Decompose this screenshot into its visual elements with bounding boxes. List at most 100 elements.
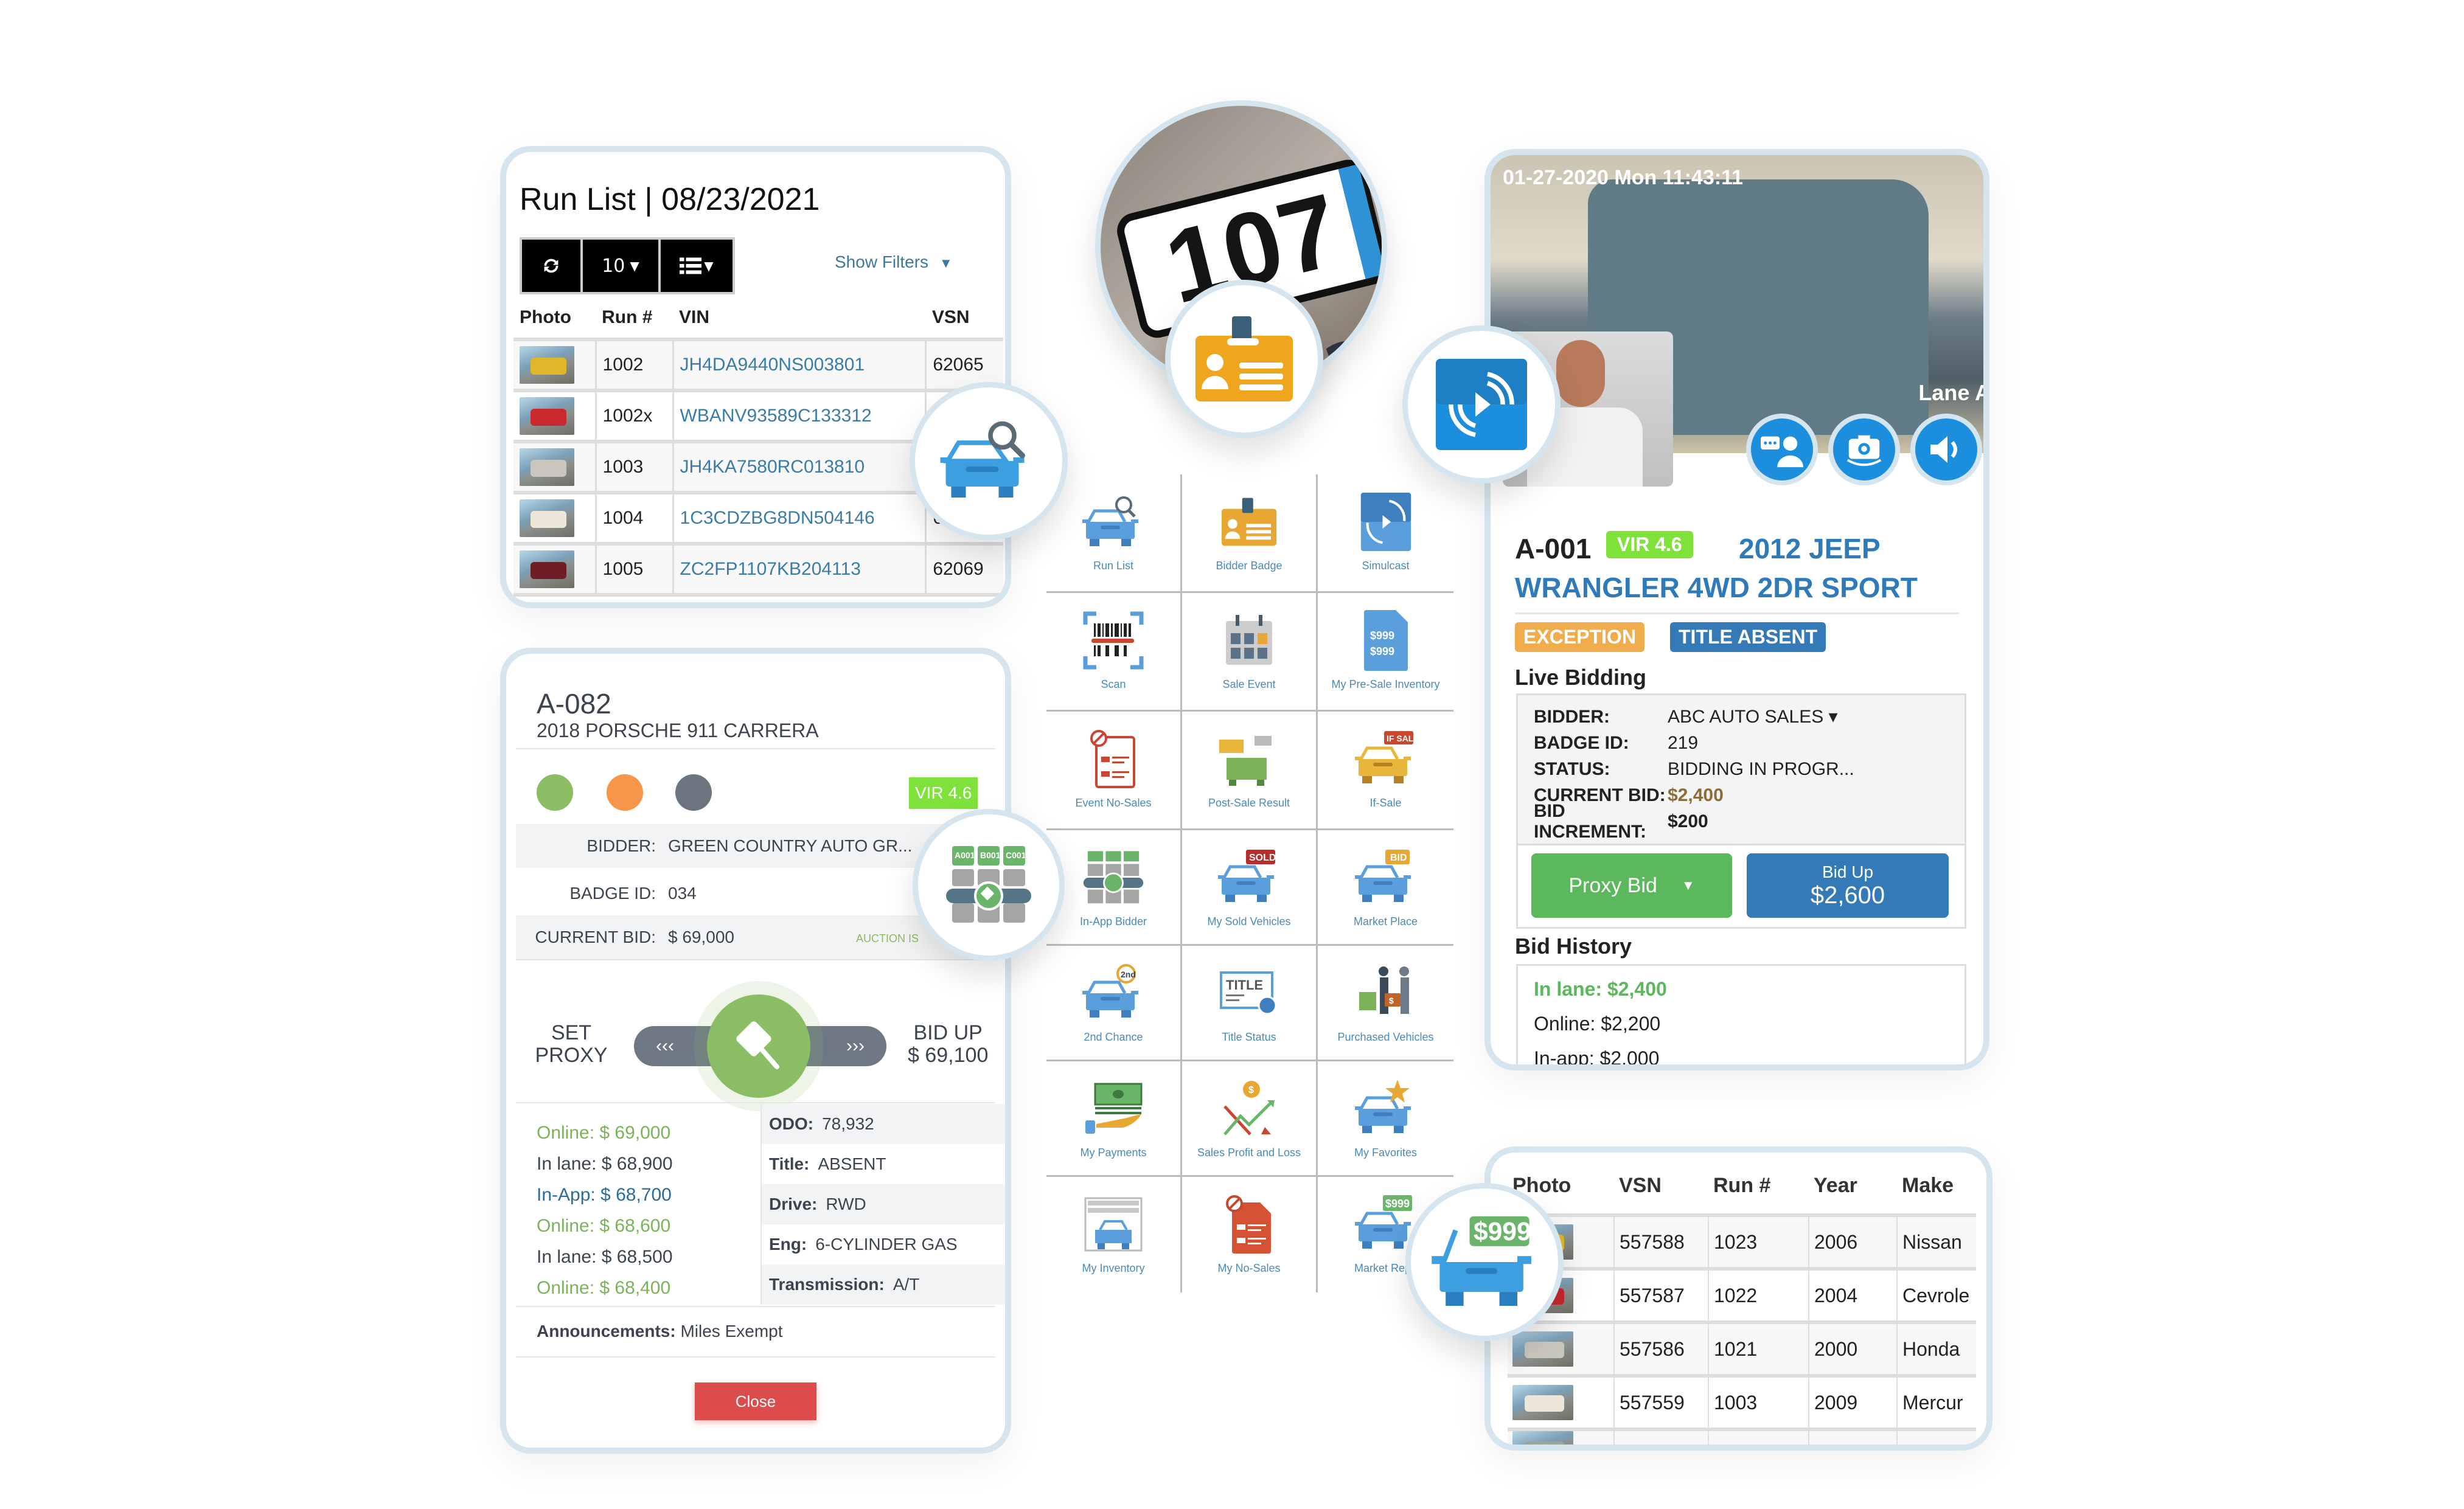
view-mode-dropdown[interactable]: ▼ (661, 240, 733, 292)
feature-tile-in-app-bidder[interactable]: In-App Bidder (1046, 830, 1182, 946)
barcode-scan-icon (1080, 610, 1147, 671)
vehicle-thumbnail[interactable] (520, 397, 574, 435)
year-cell (1808, 1429, 1897, 1445)
feature-tile-market-place[interactable]: BID Market Place (1318, 830, 1453, 946)
bid-history-entry: Online: $2,200 (1534, 1013, 1661, 1035)
bid-up-button[interactable]: Bid Up $2,600 (1747, 853, 1949, 918)
table-row[interactable]: 557587 1022 2004 Cevrole (1508, 1269, 1976, 1324)
set-proxy-button[interactable]: SET PROXY (532, 1021, 611, 1067)
badge-label: BADGE ID: (569, 884, 656, 903)
column-header[interactable]: Year (1809, 1174, 1897, 1217)
column-header[interactable]: VSN (1614, 1174, 1708, 1217)
run-cell: 1022 (1708, 1269, 1809, 1324)
vehicle-thumbnail[interactable] (520, 499, 574, 537)
feature-tile-my-payments[interactable]: My Payments (1046, 1061, 1182, 1177)
feature-tile-my-pre-sale-inventory[interactable]: $999 $999 My Pre-Sale Inventory (1318, 593, 1453, 712)
vehicle-thumbnail[interactable] (1512, 1385, 1573, 1420)
spec-value: 78,932 (822, 1114, 874, 1133)
feature-label: My No-Sales (1217, 1262, 1281, 1274)
live-field-row: STATUS: BIDDING IN PROGR... (1534, 756, 1949, 782)
bidder-select[interactable]: ABC AUTO SALES ▾ (1668, 706, 1838, 727)
vehicle-thumbnail[interactable] (1512, 1331, 1573, 1367)
vin-link[interactable]: ZC2FP1107KB204113 (672, 544, 926, 597)
table-row[interactable]: 557586 1021 2000 Honda (1508, 1322, 1976, 1378)
lot-number: A-001 (1515, 533, 1592, 564)
camera-switch-button[interactable] (1828, 414, 1900, 485)
feature-label: Title Status (1222, 1031, 1276, 1043)
feature-tile-bidder-badge[interactable]: Bidder Badge (1182, 474, 1318, 593)
bid-up-label: Bid Up (1822, 862, 1874, 881)
vsn-cell: 557559 (1613, 1376, 1708, 1431)
proxy-bid-label: Proxy Bid (1568, 873, 1657, 897)
table-row[interactable] (1508, 1429, 1976, 1445)
chat-user-icon (1761, 436, 1803, 468)
table-row[interactable]: 557588 1023 2006 Nissan (1508, 1215, 1976, 1271)
refresh-button[interactable] (522, 240, 583, 292)
list-view-icon (680, 257, 702, 274)
spec-row: Eng: 6-CYLINDER GAS (762, 1224, 1005, 1264)
vehicle-thumbnail[interactable] (520, 448, 574, 486)
status-dot-orange (607, 774, 643, 811)
feature-tile-simulcast[interactable]: Simulcast (1318, 474, 1453, 593)
audio-button[interactable] (1910, 414, 1982, 485)
feature-tile-event-no-sales[interactable]: Event No-Sales (1046, 712, 1182, 830)
run-list-title: Run List | 08/23/2021 (520, 182, 820, 217)
feature-tile-sales-profit-and-loss[interactable]: $ Sales Profit and Loss (1182, 1061, 1318, 1177)
speaker-icon (1930, 436, 1957, 463)
vin-link[interactable]: WBANV93589C133312 (672, 390, 926, 443)
feature-tile-my-inventory[interactable]: My Inventory (1046, 1177, 1182, 1292)
feature-tile-my-no-sales[interactable]: My No-Sales (1182, 1177, 1318, 1292)
feature-tile-my-sold-vehicles[interactable]: SOLD My Sold Vehicles (1182, 830, 1318, 946)
phone-sidebar (1338, 164, 1382, 279)
feature-tile-if-sale[interactable]: IF SALE If-Sale (1318, 712, 1453, 830)
proxy-bid-button[interactable]: Proxy Bid ▼ (1531, 853, 1732, 918)
live-bidding-panel: 01-27-2020 Mon 11:43:11 Lane A A-001 VIR… (1484, 149, 1989, 1070)
field-value: 219 (1668, 732, 1699, 753)
table-row[interactable]: 557559 1003 2009 Mercur (1508, 1376, 1976, 1431)
column-header[interactable]: Photo (513, 307, 596, 341)
field-value: BIDDING IN PROGR... (1668, 758, 1854, 779)
table-row[interactable]: 1005 ZC2FP1107KB204113 62069 (513, 544, 1003, 597)
feature-label: My Payments (1080, 1146, 1147, 1159)
photo-cell (1508, 1429, 1614, 1445)
vin-link[interactable]: JH4DA9440NS003801 (672, 339, 926, 392)
feature-tile-sale-event[interactable]: Sale Event (1182, 593, 1318, 712)
svg-text:2nd: 2nd (1121, 970, 1136, 979)
feature-tile-2nd-chance[interactable]: 2nd 2nd Chance (1046, 946, 1182, 1061)
gavel-icon (736, 1021, 779, 1069)
bid-slider-handle[interactable] (707, 994, 810, 1098)
bid-history-list: In lane: $2,400 Online: $2,200 In-app: $2,… (1516, 964, 1966, 1064)
column-header[interactable]: VSN (925, 307, 1003, 341)
page-size-dropdown[interactable]: 10 ▼ (583, 240, 661, 292)
feature-label: Purchased Vehicles (1337, 1031, 1434, 1043)
feature-tile-purchased-vehicles[interactable]: $ Purchased Vehicles (1318, 946, 1453, 1061)
feature-tile-run-list[interactable]: Run List (1046, 474, 1182, 593)
year-cell: 2004 (1808, 1269, 1897, 1324)
vehicle-specs: ODO: 78,932 Title: ABSENT Drive: RWD Eng: 6-CYL… (760, 1104, 1005, 1305)
feature-tile-title-status[interactable]: TITLE Title Status (1182, 946, 1318, 1061)
table-row[interactable]: 1002 JH4DA9440NS003801 62065 (513, 339, 1003, 392)
vin-link[interactable]: 1C3CDZBG8DN504146 (672, 493, 926, 546)
current-bid-value: $ 69,000 (668, 928, 734, 946)
bid-up-button[interactable]: BID UP $ 69,100 (908, 1021, 988, 1067)
feature-tile-post-sale-result[interactable]: Post-Sale Result (1182, 712, 1318, 830)
vin-link[interactable]: JH4KA7580RC013810 (672, 442, 926, 494)
vehicle-thumbnail[interactable] (520, 346, 574, 384)
run-list-feature-bubble (910, 382, 1068, 540)
column-header[interactable]: Run # (1708, 1174, 1809, 1217)
feature-tile-scan[interactable]: Scan (1046, 593, 1182, 712)
field-value: $2,400 (1668, 785, 1724, 805)
chat-button[interactable] (1746, 414, 1818, 485)
table-header-row: Photo Run # VIN VSN (513, 307, 1003, 341)
live-bidding-fields: BIDDER: ABC AUTO SALES ▾ BADGE ID: 219 STATU… (1516, 693, 1966, 845)
close-button[interactable]: Close (695, 1382, 816, 1420)
column-header[interactable]: VIN (673, 307, 926, 341)
show-filters-toggle[interactable]: Show Filters ▼ (835, 252, 953, 272)
feature-tile-my-favorites[interactable]: My Favorites (1318, 1061, 1453, 1177)
vehicle-thumbnail[interactable] (520, 550, 574, 588)
spec-label: Drive: (769, 1195, 818, 1213)
make-cell: Cevrole (1896, 1269, 1976, 1324)
column-header[interactable]: Make (1897, 1174, 1976, 1217)
vehicle-thumbnail[interactable] (1512, 1431, 1573, 1445)
column-header[interactable]: Run # (596, 307, 673, 341)
